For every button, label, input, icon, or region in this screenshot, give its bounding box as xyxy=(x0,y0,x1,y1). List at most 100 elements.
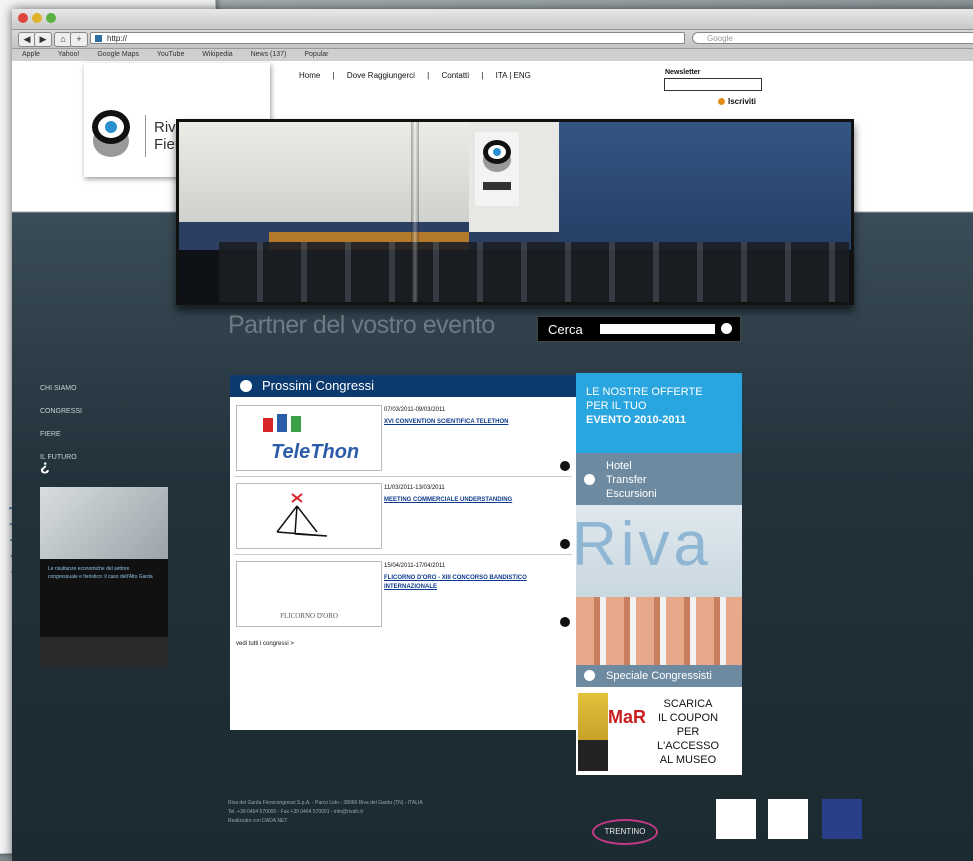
sidebar-item-chi-siamo[interactable]: CHI SIAMO xyxy=(40,377,82,400)
list-item: 11/03/2011-13/03/2011 MEETING COMMERCIAL… xyxy=(234,479,572,551)
search-go-button[interactable] xyxy=(721,323,732,334)
eye-logo-icon xyxy=(92,110,130,157)
browser-window: ◀ ▶ ⌂ + http:// Google Apple Yahoo! Goog… xyxy=(12,9,973,861)
bookmark-item[interactable]: YouTube xyxy=(157,51,185,58)
speciale-congressisti-link[interactable]: Speciale Congressisti xyxy=(576,665,742,687)
nav-dove-raggiungerci[interactable]: Dove Raggiungerci xyxy=(347,71,415,80)
feet-photo xyxy=(576,597,742,665)
sidebar-item-fiere[interactable]: FIERE xyxy=(40,423,82,446)
all-congressi-link[interactable]: vedi tutti i congressi > xyxy=(236,641,294,647)
arrow-icon[interactable] xyxy=(560,461,570,471)
event-logo[interactable] xyxy=(236,483,382,549)
hero-book-image xyxy=(176,119,854,305)
top-navigation: Home | Dove Raggiungerci | Contatti | IT… xyxy=(299,71,541,80)
zoom-window-button[interactable] xyxy=(46,13,56,23)
newsletter-email-input[interactable] xyxy=(664,78,762,91)
bookmark-item[interactable]: Wikipedia xyxy=(202,51,232,58)
search-placeholder: Google xyxy=(707,34,733,43)
offers-line: PER IL TUO xyxy=(586,400,647,412)
logo-divider xyxy=(145,115,146,157)
address-bar[interactable]: http:// xyxy=(90,32,685,44)
arrow-icon xyxy=(584,670,595,681)
add-bookmark-button[interactable]: + xyxy=(70,32,88,47)
minimize-window-button[interactable] xyxy=(32,13,42,23)
arrow-icon[interactable] xyxy=(560,539,570,549)
divider xyxy=(234,554,572,555)
bullet-icon xyxy=(718,98,725,106)
list-item: TeleThon 07/03/2011-09/03/2011 XVI CONVE… xyxy=(234,401,572,473)
bookmark-item[interactable]: Apple xyxy=(22,51,40,58)
telethon-logo-icon: TeleThon xyxy=(263,414,359,463)
offers-line: EVENTO 2010-2011 xyxy=(586,414,687,426)
window-controls xyxy=(18,13,56,23)
network-arrows-icon xyxy=(276,493,328,537)
nav-separator: | xyxy=(332,71,335,80)
subscribe-link[interactable]: Iscriviti xyxy=(718,97,756,106)
offers-line: LE NOSTRE OFFERTE xyxy=(586,386,703,398)
association-logo[interactable] xyxy=(822,799,862,839)
certification-logo[interactable] xyxy=(716,799,756,839)
event-date: 11/03/2011-13/03/2011 xyxy=(384,485,445,491)
web-page: Riva del Garda Fierecongressi Home | Dov… xyxy=(12,61,973,861)
footer-text: Riva del Garda Fierecongressi S.p.A. - P… xyxy=(228,800,423,824)
trentino-logo[interactable]: TRENTINO xyxy=(592,819,658,845)
list-item: FLICORNO D'ORO 15/04/2011-17/04/2011 FLI… xyxy=(234,557,572,629)
coupon-text: SCARICA IL COUPON PER L'ACCESSO AL MUSEO xyxy=(656,698,719,766)
forward-button[interactable]: ▶ xyxy=(34,32,52,47)
bookmark-item[interactable]: News (137) xyxy=(251,51,287,58)
transfer-line: Transfer xyxy=(606,474,647,486)
nav-home[interactable]: Home xyxy=(299,71,320,80)
riva-word: Riva xyxy=(576,510,713,579)
hotel-transfer-link[interactable]: Hotel Transfer Escursioni xyxy=(576,453,742,505)
divider xyxy=(234,476,572,477)
mar-logo xyxy=(578,693,608,771)
bookmark-item[interactable]: Google Maps xyxy=(97,51,139,58)
event-link[interactable]: FLICORNO D'ORO - XIII CONCORSO BANDISTIC… xyxy=(384,574,564,592)
event-link[interactable]: MEETING COMMERCIALE UNDERSTANDING xyxy=(384,496,564,505)
tagline: Partner del vostro evento xyxy=(228,311,495,339)
browser-toolbar: ◀ ▶ ⌂ + http:// Google xyxy=(12,30,973,49)
newsletter-label: Newsletter xyxy=(665,69,701,76)
title-bar xyxy=(12,9,973,30)
event-date: 07/03/2011-09/03/2011 xyxy=(384,407,446,413)
event-date: 15/04/2011-17/04/2011 xyxy=(384,563,446,569)
bookmark-item[interactable]: Popular xyxy=(304,51,328,58)
riva-banner[interactable]: Riva xyxy=(576,505,742,665)
search-label: Cerca xyxy=(548,322,583,337)
svg-text:FLICORNO D'ORO: FLICORNO D'ORO xyxy=(280,612,338,620)
favicon-icon xyxy=(95,35,102,42)
side-banner-text: Le risultanze economiche del settore con… xyxy=(48,566,153,580)
arrow-icon xyxy=(240,380,252,392)
side-navigation: CHI SIAMO CONGRESSI FIERE IL FUTURO xyxy=(40,377,82,469)
arrow-icon[interactable] xyxy=(560,617,570,627)
event-link[interactable]: XVI CONVENTION SCIENTIFICA TELETHON xyxy=(384,418,564,427)
nav-separator: | xyxy=(427,71,430,80)
puzzle-image xyxy=(40,487,168,559)
offers-banner[interactable]: LE NOSTRE OFFERTE PER IL TUO EVENTO 2010… xyxy=(576,373,742,453)
telethon-logo[interactable]: TeleThon xyxy=(236,405,382,471)
flicorno-logo[interactable]: FLICORNO D'ORO xyxy=(236,561,382,627)
sidebar-item-congressi[interactable]: CONGRESSI xyxy=(40,400,82,423)
offers-column: LE NOSTRE OFFERTE PER IL TUO EVENTO 2010… xyxy=(576,373,742,775)
close-window-button[interactable] xyxy=(18,13,28,23)
nav-separator: | xyxy=(481,71,484,80)
flicorno-logo-icon: FLICORNO D'ORO xyxy=(280,572,338,620)
address-text: http:// xyxy=(107,34,128,43)
escursioni-line: Escursioni xyxy=(606,488,657,500)
congressi-header: Prossimi Congressi xyxy=(230,375,576,397)
side-banner-ad[interactable]: Le risultanze economiche del settore con… xyxy=(40,487,168,667)
language-switch[interactable]: ITA | ENG xyxy=(496,71,531,80)
svg-text:TeleThon: TeleThon xyxy=(271,441,359,463)
bookmark-item[interactable]: Yahoo! xyxy=(58,51,80,58)
info-icon[interactable]: ¿ xyxy=(40,458,50,476)
hotel-line: Hotel xyxy=(606,460,632,472)
site-search: Cerca xyxy=(537,316,741,342)
search-input[interactable] xyxy=(600,324,715,334)
browser-search-field[interactable]: Google xyxy=(692,32,973,44)
arrow-icon xyxy=(584,474,595,485)
congressi-panel: Prossimi Congressi TeleThon 07/03/2011-0… xyxy=(230,375,576,730)
partner-logo[interactable] xyxy=(768,799,808,839)
banner-logo-icon xyxy=(475,132,519,206)
nav-contatti[interactable]: Contatti xyxy=(441,71,469,80)
coupon-banner[interactable]: MaR SCARICA IL COUPON PER L'ACCESSO AL M… xyxy=(576,687,742,775)
